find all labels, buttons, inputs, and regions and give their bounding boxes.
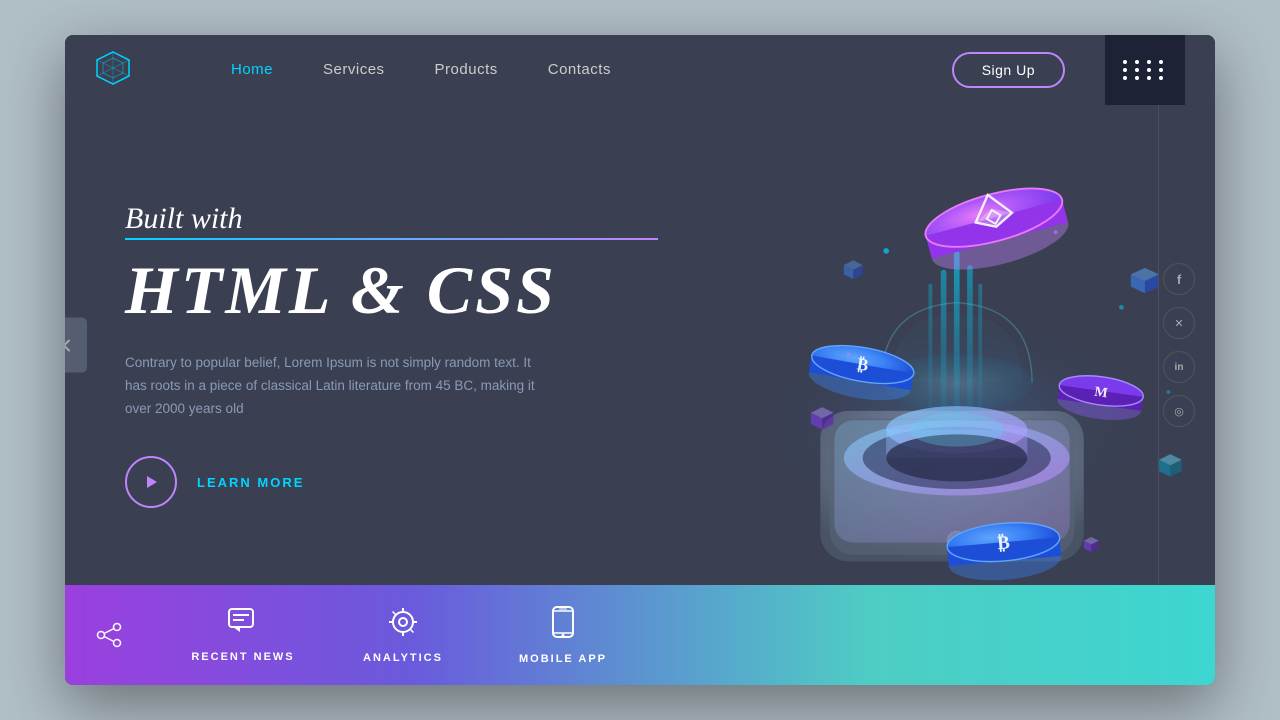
play-button[interactable]	[125, 456, 177, 508]
nav-products[interactable]: Products	[435, 61, 498, 79]
hero-title: HTML & CSS	[125, 253, 658, 328]
instagram-icon[interactable]: ◎	[1163, 395, 1195, 427]
social-sidebar: f ✕ in ◎	[1163, 263, 1195, 427]
logo[interactable]	[95, 50, 181, 91]
analytics-icon	[388, 607, 418, 644]
facebook-icon[interactable]: f	[1163, 263, 1195, 295]
hero-subtitle: Built with	[125, 202, 658, 236]
linkedin-icon[interactable]: in	[1163, 351, 1195, 383]
bottom-bar: RECENT NEWS ANALYTICS	[65, 585, 1215, 685]
vertical-divider	[1158, 105, 1159, 585]
analytics-label: ANALYTICS	[363, 652, 443, 664]
nav-links: Home Services Products Contacts	[231, 61, 952, 79]
svg-text:M: M	[1093, 384, 1108, 402]
bottom-recent-news[interactable]: RECENT NEWS	[163, 608, 323, 663]
share-icon[interactable]	[95, 621, 123, 649]
learn-more-link[interactable]: LEARN MORE	[197, 475, 304, 490]
navbar: Home Services Products Contacts Sign Up	[65, 35, 1215, 105]
learn-more-row: LEARN MORE	[125, 456, 658, 508]
nav-contacts[interactable]: Contacts	[548, 61, 611, 79]
mobile-app-label: MOBILE APP	[519, 653, 607, 665]
nav-right: Sign Up	[952, 35, 1185, 105]
chat-icon	[228, 608, 258, 643]
signup-button[interactable]: Sign Up	[952, 52, 1065, 88]
hero-text-section: Built with HTML & CSS Contrary to popula…	[65, 105, 698, 585]
menu-grid-button[interactable]	[1105, 35, 1185, 105]
mobile-icon	[552, 606, 574, 645]
twitter-icon[interactable]: ✕	[1163, 307, 1195, 339]
bottom-mobile-app[interactable]: MOBILE APP	[483, 606, 643, 665]
nav-home[interactable]: Home	[231, 61, 273, 79]
recent-news-label: RECENT NEWS	[191, 651, 294, 663]
main-content: Built with HTML & CSS Contrary to popula…	[65, 105, 1215, 585]
hero-description: Contrary to popular belief, Lorem Ipsum …	[125, 352, 545, 421]
prev-slide-button[interactable]	[65, 318, 87, 373]
nav-services[interactable]: Services	[323, 61, 385, 79]
bottom-analytics[interactable]: ANALYTICS	[323, 607, 483, 664]
svg-text:₿: ₿	[996, 532, 1011, 554]
hero-illustration: ◇ ₿ ₿	[698, 105, 1216, 585]
browser-frame: Home Services Products Contacts Sign Up	[65, 35, 1215, 685]
